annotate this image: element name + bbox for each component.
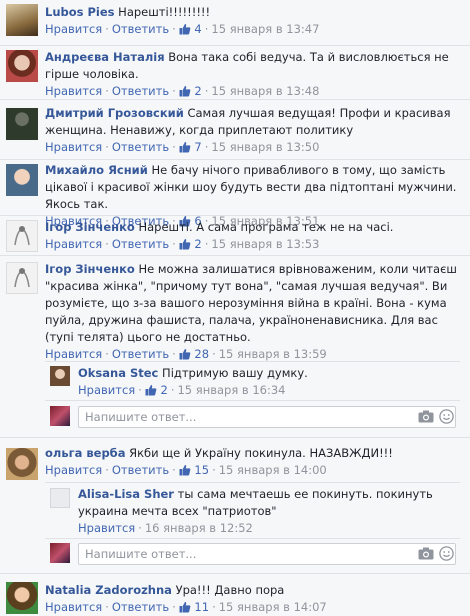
camera-icon[interactable]: [418, 410, 434, 423]
comment-author[interactable]: Natalia Zadorozhna: [45, 583, 172, 597]
divider: [45, 400, 460, 401]
like-link[interactable]: Нравится: [78, 383, 135, 397]
thumbs-up-icon: [179, 464, 191, 476]
reply-link[interactable]: Ответить: [112, 84, 169, 98]
thumbs-up-icon: [179, 85, 191, 97]
comment-author[interactable]: Lubos Pies: [45, 5, 115, 19]
divider: [0, 99, 470, 100]
comment-author[interactable]: Дмитрий Грозовский: [45, 106, 184, 120]
thumbs-up-icon: [179, 348, 191, 360]
divider: [0, 573, 470, 574]
like-link[interactable]: Нравится: [45, 140, 102, 154]
divider: [0, 45, 470, 46]
reply-link[interactable]: Ответить: [112, 140, 169, 154]
avatar[interactable]: [6, 108, 38, 140]
thumbs-up-icon: [145, 384, 157, 396]
comment-author[interactable]: Ігор Зінченко: [45, 262, 135, 276]
comment-actions: Нравится · Ответить · 4 · 15 января в 13:47: [45, 22, 320, 36]
reply-composer: Напишите ответ...: [50, 543, 460, 565]
like-link[interactable]: Нравится: [45, 22, 102, 36]
like-link[interactable]: Нравится: [45, 237, 102, 251]
like-link[interactable]: Нравится: [78, 521, 135, 535]
comment-text: Якби ще й Україну покинула. НАЗАВЖДИ!!!: [129, 446, 393, 460]
reply-author[interactable]: Oksana Stec: [78, 366, 158, 380]
smiley-icon[interactable]: [439, 546, 454, 561]
reply-actions: Нравится · 2 · 15 января в 16:34: [78, 383, 286, 397]
thumbs-up-icon: [179, 601, 191, 613]
divider: [0, 437, 470, 438]
smiley-icon[interactable]: [439, 409, 454, 424]
timestamp[interactable]: 15 января в 14:00: [219, 463, 327, 477]
comment-text: Нарешті!!!!!!!!!: [118, 5, 211, 19]
timestamp[interactable]: 15 января в 13:53: [211, 237, 319, 251]
comment-text: Ура!!! Давно пора: [175, 583, 285, 597]
timestamp[interactable]: 15 января в 14:07: [219, 600, 327, 614]
reply-actions: Нравится · 16 января в 12:52: [78, 521, 253, 535]
thumbs-up-icon: [179, 238, 191, 250]
like-count[interactable]: 2: [179, 84, 202, 98]
like-count[interactable]: 15: [179, 463, 209, 477]
like-count[interactable]: 4: [179, 22, 202, 36]
comment-actions: Нравится · Ответить · 2 · 15 января в 13:53: [45, 237, 320, 251]
timestamp[interactable]: 15 января в 13:48: [211, 84, 319, 98]
timestamp[interactable]: 15 января в 16:34: [177, 383, 285, 397]
timestamp[interactable]: 16 января в 12:52: [145, 521, 253, 535]
avatar[interactable]: [6, 262, 38, 294]
avatar: [50, 543, 70, 563]
comment-author[interactable]: Михайло Ясний: [45, 163, 148, 177]
avatar[interactable]: [6, 220, 38, 252]
like-count[interactable]: 2: [179, 237, 202, 251]
reply-link[interactable]: Ответить: [112, 237, 169, 251]
reply-link[interactable]: Ответить: [112, 22, 169, 36]
comment-author[interactable]: Андреєва Наталія: [45, 50, 165, 64]
avatar[interactable]: [50, 488, 70, 508]
comment-text: Нарешті. А сама програма теж не на часі.: [138, 220, 394, 234]
divider: [45, 538, 460, 539]
like-count[interactable]: 11: [179, 600, 209, 614]
divider: [0, 159, 470, 160]
reply-link[interactable]: Ответить: [112, 347, 169, 361]
reply-input[interactable]: Напишите ответ...: [78, 406, 456, 428]
comment-author[interactable]: Ігор Зінченко: [45, 220, 135, 234]
like-count[interactable]: 28: [179, 347, 209, 361]
reply-link[interactable]: Ответить: [112, 463, 169, 477]
timestamp[interactable]: 15 января в 13:50: [211, 140, 319, 154]
reply-composer: Напишите ответ...: [50, 406, 460, 428]
comment-actions: Нравится · Ответить · 2 · 15 января в 13:48: [45, 84, 320, 98]
like-link[interactable]: Нравится: [45, 600, 102, 614]
avatar: [50, 406, 70, 426]
like-link[interactable]: Нравится: [45, 463, 102, 477]
avatar[interactable]: [6, 582, 38, 614]
avatar[interactable]: [6, 4, 38, 36]
divider: [0, 255, 470, 256]
avatar[interactable]: [6, 164, 38, 196]
timestamp[interactable]: 15 января в 13:47: [211, 22, 319, 36]
like-link[interactable]: Нравится: [45, 84, 102, 98]
divider: [0, 215, 470, 216]
like-count[interactable]: 2: [145, 383, 168, 397]
comment-actions: Нравится · Ответить · 7 · 15 января в 13:50: [45, 140, 320, 154]
comment-actions: Нравится · Ответить · 15 · 15 января в 14:00: [45, 463, 327, 477]
avatar[interactable]: [50, 366, 70, 386]
reply-input[interactable]: Напишите ответ...: [78, 543, 456, 565]
like-count[interactable]: 7: [179, 140, 202, 154]
avatar[interactable]: [6, 50, 38, 82]
avatar[interactable]: [6, 448, 38, 480]
reply-text: Підтримую вашу думку.: [162, 366, 308, 380]
comment-author[interactable]: ольга верба: [45, 446, 125, 460]
camera-icon[interactable]: [418, 547, 434, 560]
like-link[interactable]: Нравится: [45, 347, 102, 361]
timestamp[interactable]: 15 января в 13:59: [219, 347, 327, 361]
thumbs-up-icon: [179, 23, 191, 35]
thumbs-up-icon: [179, 141, 191, 153]
reply-author[interactable]: Alisa-Lisa Sher: [78, 487, 174, 501]
divider: [45, 361, 460, 362]
reply-link[interactable]: Ответить: [112, 600, 169, 614]
divider: [45, 482, 460, 483]
